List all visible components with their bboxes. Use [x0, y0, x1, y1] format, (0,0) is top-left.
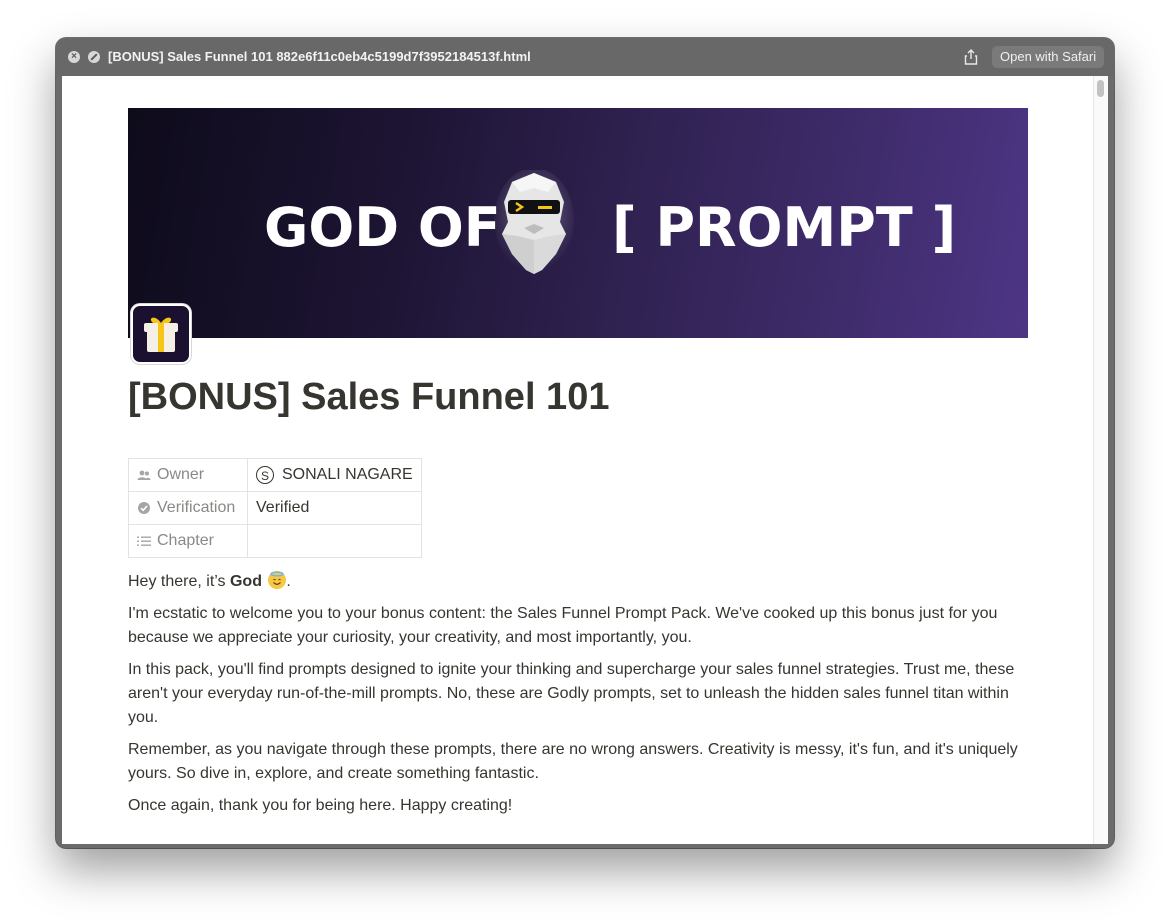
block-icon[interactable] — [88, 51, 100, 63]
property-key[interactable]: Chapter — [128, 524, 248, 558]
property-value[interactable]: S SONALI NAGARE — [247, 458, 422, 492]
verified-icon — [138, 501, 150, 514]
list-icon — [137, 536, 151, 546]
window-title: [BONUS] Sales Funnel 101 882e6f11c0eb4c5… — [108, 49, 531, 64]
property-row-verification: Verification Verified — [128, 491, 422, 525]
open-with-safari-button[interactable]: Open with Safari — [992, 46, 1105, 68]
owner-name: SONALI NAGARE — [282, 466, 413, 484]
avatar: S — [256, 465, 274, 484]
scrollbar[interactable] — [1093, 76, 1108, 844]
property-row-owner: Owner S SONALI NAGARE — [128, 458, 422, 492]
banner-left-text: GOD OF — [264, 196, 501, 259]
greeting-bold: God — [229, 573, 262, 590]
document-view: GOD OF [PROMPT] [BONUS] Sales Funnel 1… — [62, 76, 1108, 844]
angel-smiley-icon — [268, 571, 287, 589]
sage-head-logo — [494, 170, 574, 274]
paragraph: Once again, thank you for being here. Ha… — [128, 797, 513, 814]
gift-icon[interactable] — [131, 304, 191, 364]
paragraph: Remember, as you navigate through these … — [128, 741, 1018, 782]
greeting-prefix: Hey there, it’s — [128, 573, 230, 590]
property-label: Verification — [157, 499, 236, 516]
share-icon[interactable] — [964, 49, 978, 65]
paragraph: In this pack, you'll find prompts design… — [128, 661, 1015, 726]
property-value[interactable]: Verified — [247, 491, 422, 525]
property-row-chapter: Chapter — [128, 524, 422, 558]
property-key[interactable]: Verification — [128, 491, 248, 525]
cover-banner: GOD OF [PROMPT] — [128, 108, 1028, 338]
properties-table: Owner S SONALI NAGARE Verification Verifi… — [128, 458, 422, 558]
scroll-thumb[interactable] — [1097, 80, 1104, 97]
property-label: Owner — [157, 466, 205, 483]
paragraph: I'm ecstatic to welcome you to your bonu… — [128, 605, 998, 646]
people-icon — [137, 470, 151, 480]
close-icon[interactable]: × — [68, 51, 80, 63]
greeting: Hey there, it’s God . — [128, 570, 1028, 594]
greeting-suffix: . — [286, 573, 291, 590]
body-text: Hey there, it’s God . I'm ecstatic to we… — [128, 570, 1028, 826]
property-key[interactable]: Owner — [128, 458, 248, 492]
preview-window: × [BONUS] Sales Funnel 101 882e6f11c0eb4… — [56, 38, 1114, 848]
page: GOD OF [PROMPT] [BONUS] Sales Funnel 1… — [128, 108, 1028, 814]
property-value[interactable] — [247, 524, 422, 558]
property-label: Chapter — [157, 532, 214, 549]
banner-right-text: [ PROMPT ] — [612, 196, 957, 259]
page-title: [BONUS] Sales Funnel 101 — [128, 376, 610, 418]
title-bar: × [BONUS] Sales Funnel 101 882e6f11c0eb4… — [56, 38, 1114, 76]
